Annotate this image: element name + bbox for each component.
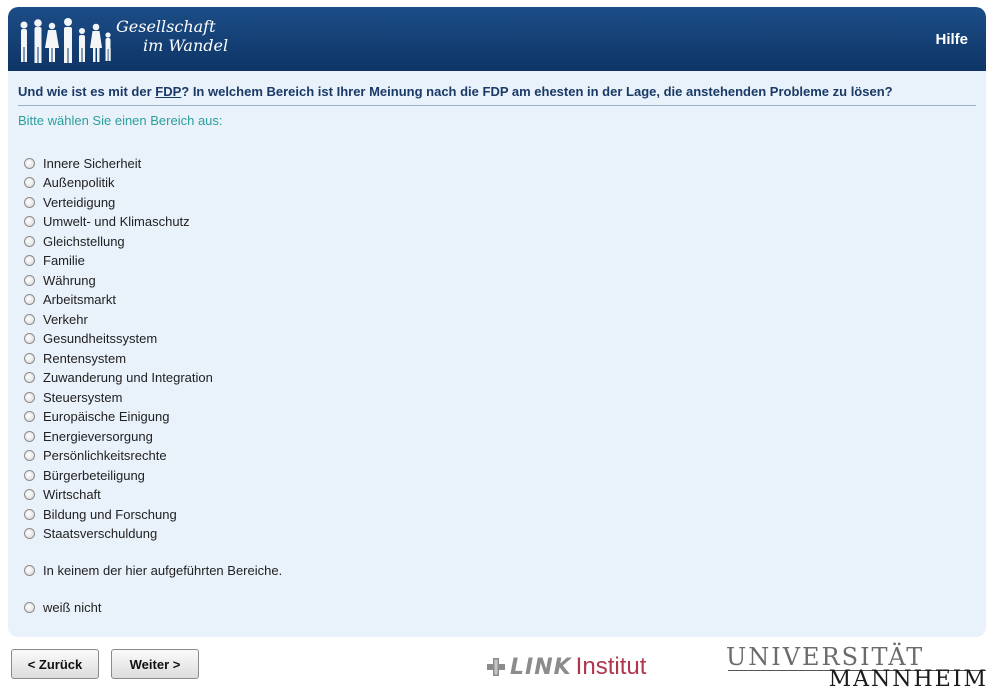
- option-label: Währung: [43, 272, 96, 288]
- option-label: Innere Sicherheit: [43, 155, 142, 171]
- option-label: Gesundheitssystem: [43, 331, 158, 346]
- header-bar: Gesellschaft im Wandel Hilfe: [8, 7, 986, 71]
- option-steuersystem[interactable]: Steuersystem: [24, 388, 122, 406]
- option-label: Umwelt- und Klimaschutz: [43, 214, 190, 229]
- option-bildung-forschung[interactable]: Bildung und Forschung: [24, 505, 177, 523]
- option-label: Bildung und Forschung: [43, 506, 177, 522]
- radio-button[interactable]: [24, 235, 35, 247]
- radio-button[interactable]: [24, 601, 35, 613]
- link-wordmark: LINK: [510, 654, 572, 680]
- uni-mannheim-logo: UNIVERSITÄT MANNHEIM: [726, 643, 988, 693]
- option-label: Europäische Einigung: [43, 409, 170, 424]
- radio-button[interactable]: [24, 196, 35, 208]
- option-label: Zuwanderung und Integration: [43, 370, 213, 385]
- logo-title: Gesellschaft im Wandel: [116, 17, 228, 55]
- link-institut-logo: LINK Institut: [486, 652, 646, 682]
- next-button[interactable]: Weiter >: [111, 649, 199, 679]
- option-persoenlichkeitsrechte[interactable]: Persönlichkeitsrechte: [24, 447, 167, 465]
- radio-button[interactable]: [24, 564, 35, 576]
- radio-button[interactable]: [24, 352, 35, 364]
- institut-wordmark: Institut: [575, 653, 647, 680]
- option-europaeische-einigung[interactable]: Europäische Einigung: [24, 408, 169, 426]
- logo-line-2: im Wandel: [143, 36, 229, 55]
- option-label: Energieversorgung: [43, 428, 153, 444]
- option-energieversorgung[interactable]: Energieversorgung: [24, 427, 153, 445]
- radio-button[interactable]: [24, 333, 35, 344]
- radio-button[interactable]: [24, 450, 35, 461]
- option-verkehr[interactable]: Verkehr: [24, 310, 88, 328]
- logo-line-1: Gesellschaft: [116, 17, 216, 36]
- option-label: Gleichstellung: [43, 233, 125, 249]
- option-dont-know[interactable]: weiß nicht: [24, 598, 102, 616]
- radio-button[interactable]: [24, 391, 35, 403]
- option-label: Steuersystem: [43, 389, 123, 405]
- back-button[interactable]: < Zurück: [11, 649, 99, 679]
- option-gleichstellung[interactable]: Gleichstellung: [24, 232, 125, 250]
- option-label: Rentensystem: [43, 350, 127, 366]
- help-link[interactable]: Hilfe: [935, 31, 968, 48]
- radio-button[interactable]: [24, 274, 35, 286]
- radio-button[interactable]: [24, 255, 35, 266]
- option-familie[interactable]: Familie: [24, 252, 85, 270]
- survey-panel: Gesellschaft im Wandel Hilfe Und wie ist…: [8, 7, 986, 637]
- instruction-text: Bitte wählen Sie einen Bereich aus:: [18, 113, 223, 128]
- radio-button[interactable]: [24, 411, 35, 422]
- option-label: Persönlichkeitsrechte: [43, 448, 167, 463]
- radio-button[interactable]: [24, 177, 35, 188]
- option-label: Arbeitsmarkt: [43, 292, 116, 307]
- option-verteidigung[interactable]: Verteidigung: [24, 193, 115, 211]
- link-cross-icon: [487, 658, 505, 676]
- radio-button[interactable]: [24, 216, 35, 227]
- option-buergerbeteiligung[interactable]: Bürgerbeteiligung: [24, 466, 145, 484]
- radio-button[interactable]: [24, 157, 35, 169]
- question-party-link[interactable]: FDP: [155, 84, 181, 99]
- question-text: Und wie ist es mit der FDP? In welchem B…: [18, 84, 976, 106]
- radio-button[interactable]: [24, 489, 35, 500]
- option-label: Verkehr: [43, 311, 88, 327]
- option-label: Staatsverschuldung: [43, 526, 158, 541]
- option-arbeitsmarkt[interactable]: Arbeitsmarkt: [24, 291, 116, 309]
- radio-button[interactable]: [24, 313, 35, 325]
- option-none-of-these[interactable]: In keinem der hier aufgeführten Bereiche…: [24, 561, 282, 579]
- option-rentensystem[interactable]: Rentensystem: [24, 349, 126, 367]
- option-innere-sicherheit[interactable]: Innere Sicherheit: [24, 154, 141, 172]
- option-label: weiß nicht: [43, 599, 102, 615]
- option-wirtschaft[interactable]: Wirtschaft: [24, 486, 101, 504]
- radio-button[interactable]: [24, 372, 35, 383]
- option-label: Verteidigung: [43, 194, 116, 210]
- people-silhouette-icon: [20, 18, 111, 63]
- option-umwelt-klimaschutz[interactable]: Umwelt- und Klimaschutz: [24, 213, 190, 231]
- uni-line-2: MANNHEIM: [828, 667, 988, 692]
- radio-button[interactable]: [24, 430, 35, 442]
- option-label: Familie: [43, 253, 85, 268]
- radio-button[interactable]: [24, 508, 35, 520]
- radio-button[interactable]: [24, 294, 35, 305]
- option-waehrung[interactable]: Währung: [24, 271, 96, 289]
- option-label: Bürgerbeteiligung: [43, 467, 145, 483]
- option-zuwanderung-integration[interactable]: Zuwanderung und Integration: [24, 369, 213, 387]
- radio-button[interactable]: [24, 469, 35, 481]
- option-label: Wirtschaft: [43, 487, 101, 502]
- option-aussenpolitik[interactable]: Außenpolitik: [24, 174, 115, 192]
- option-label: In keinem der hier aufgeführten Bereiche…: [43, 562, 283, 578]
- option-label: Außenpolitik: [43, 175, 115, 190]
- question-prefix: Und wie ist es mit der: [18, 84, 156, 99]
- question-suffix: ? In welchem Bereich ist Ihrer Meinung n…: [181, 84, 893, 99]
- option-gesundheitssystem[interactable]: Gesundheitssystem: [24, 330, 157, 348]
- radio-button[interactable]: [24, 528, 35, 539]
- option-staatsverschuldung[interactable]: Staatsverschuldung: [24, 525, 157, 543]
